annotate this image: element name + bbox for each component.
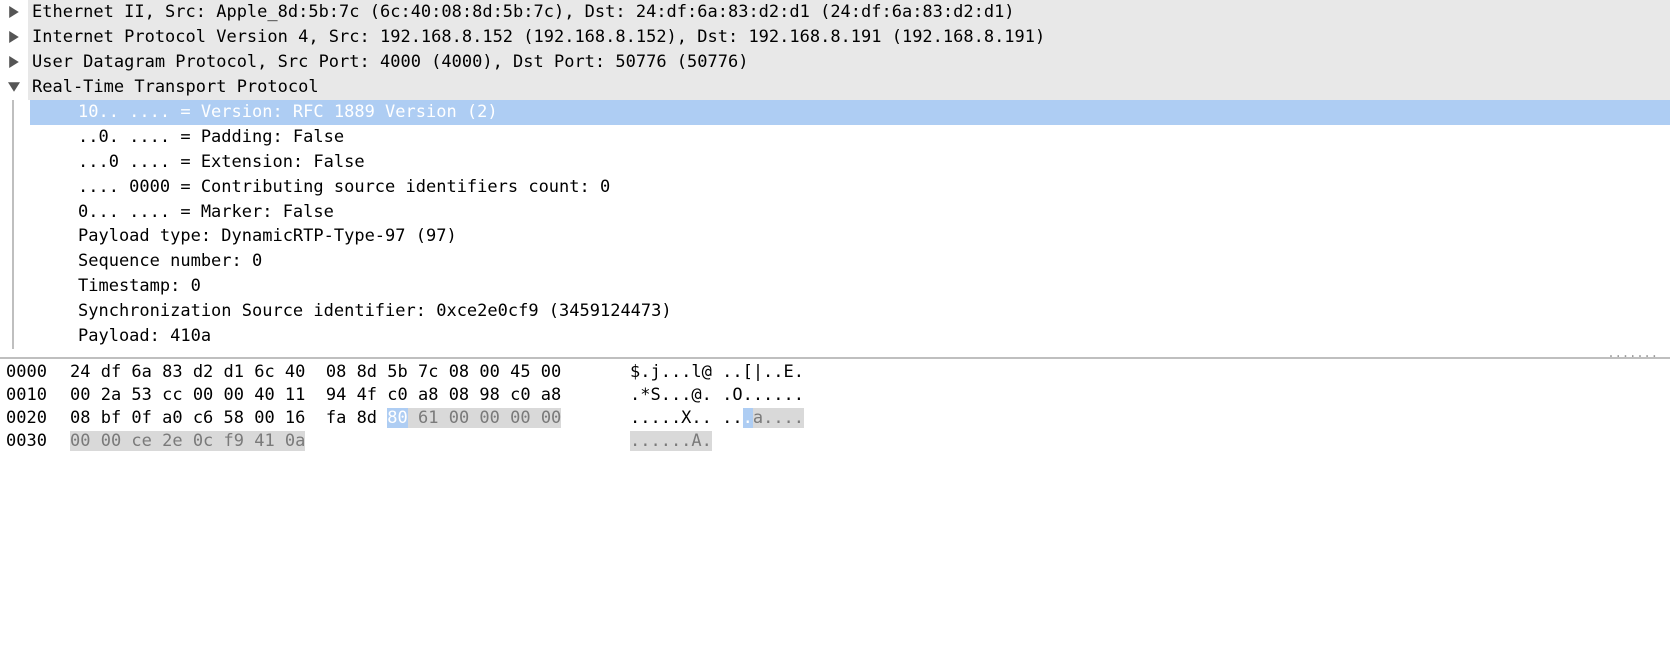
tree-guide	[12, 299, 30, 324]
tree-row-rtp-ssrc[interactable]: Synchronization Source identifier: 0xce2…	[0, 299, 1670, 324]
tree-row-rtp[interactable]: Real-Time Transport Protocol	[0, 75, 1670, 100]
hex-offset: 0010	[6, 384, 70, 407]
hex-row[interactable]: 0020 08 bf 0f a0 c6 58 00 16 fa 8d 80 61…	[0, 407, 1670, 430]
hex-offset: 0000	[6, 361, 70, 384]
tree-label: Internet Protocol Version 4, Src: 192.16…	[28, 25, 1670, 50]
hex-dump-pane[interactable]: 0000 24 df 6a 83 d2 d1 6c 40 08 8d 5b 7c…	[0, 359, 1670, 453]
tree-row-ethernet[interactable]: Ethernet II, Src: Apple_8d:5b:7c (6c:40:…	[0, 0, 1670, 25]
tree-label: User Datagram Protocol, Src Port: 4000 (…	[28, 50, 1670, 75]
tree-label: Payload type: DynamicRTP-Type-97 (97)	[30, 224, 1670, 249]
hex-bytes: 24 df 6a 83 d2 d1 6c 40 08 8d 5b 7c 08 0…	[70, 361, 630, 384]
tree-row-rtp-payload[interactable]: Payload: 410a	[0, 324, 1670, 349]
tree-guide	[12, 274, 30, 299]
tree-label: Timestamp: 0	[30, 274, 1670, 299]
hex-ascii: .....X.. ...a....	[630, 407, 1664, 430]
tree-row-rtp-version[interactable]: 10.. .... = Version: RFC 1889 Version (2…	[0, 100, 1670, 125]
tree-row-rtp-ptype[interactable]: Payload type: DynamicRTP-Type-97 (97)	[0, 224, 1670, 249]
tree-guide	[12, 324, 30, 349]
tree-guide	[12, 224, 30, 249]
tree-label: 10.. .... = Version: RFC 1889 Version (2…	[30, 100, 1670, 125]
pane-resize-handle[interactable]: .......	[0, 349, 1670, 357]
tree-guide	[12, 100, 30, 125]
tree-guide	[12, 175, 30, 200]
tree-label: Payload: 410a	[30, 324, 1670, 349]
tree-label: ...0 .... = Extension: False	[30, 150, 1670, 175]
tree-label: .... 0000 = Contributing source identifi…	[30, 175, 1670, 200]
hex-row[interactable]: 0000 24 df 6a 83 d2 d1 6c 40 08 8d 5b 7c…	[0, 361, 1670, 384]
tree-label: 0... .... = Marker: False	[30, 200, 1670, 225]
tree-label: ..0. .... = Padding: False	[30, 125, 1670, 150]
hex-offset: 0020	[6, 407, 70, 430]
tree-label: Synchronization Source identifier: 0xce2…	[30, 299, 1670, 324]
hex-highlight: 80	[387, 408, 407, 428]
disclosure-right-icon[interactable]	[0, 0, 28, 25]
hex-bytes: 00 2a 53 cc 00 00 40 11 94 4f c0 a8 08 9…	[70, 384, 630, 407]
tree-label: Ethernet II, Src: Apple_8d:5b:7c (6c:40:…	[28, 0, 1670, 25]
hex-offset: 0030	[6, 430, 70, 453]
tree-row-rtp-csrc[interactable]: .... 0000 = Contributing source identifi…	[0, 175, 1670, 200]
tree-guide	[12, 200, 30, 225]
tree-guide	[12, 249, 30, 274]
hex-highlight: .	[743, 408, 753, 428]
hex-ascii: .*S...@. .O......	[630, 384, 1664, 407]
tree-label: Sequence number: 0	[30, 249, 1670, 274]
tree-guide	[12, 125, 30, 150]
disclosure-down-icon[interactable]	[0, 75, 28, 100]
hex-bytes: 08 bf 0f a0 c6 58 00 16 fa 8d 80 61 00 0…	[70, 407, 630, 430]
hex-row[interactable]: 0030 00 00 ce 2e 0c f9 41 0a ......A.	[0, 430, 1670, 453]
tree-guide	[12, 150, 30, 175]
tree-row-rtp-padding[interactable]: ..0. .... = Padding: False	[0, 125, 1670, 150]
hex-ascii: ......A.	[630, 430, 1664, 453]
hex-row[interactable]: 0010 00 2a 53 cc 00 00 40 11 94 4f c0 a8…	[0, 384, 1670, 407]
tree-row-rtp-seq[interactable]: Sequence number: 0	[0, 249, 1670, 274]
tree-row-ip[interactable]: Internet Protocol Version 4, Src: 192.16…	[0, 25, 1670, 50]
hex-ascii: $.j...l@ ..[|..E.	[630, 361, 1664, 384]
tree-row-udp[interactable]: User Datagram Protocol, Src Port: 4000 (…	[0, 50, 1670, 75]
tree-row-rtp-ts[interactable]: Timestamp: 0	[0, 274, 1670, 299]
disclosure-right-icon[interactable]	[0, 50, 28, 75]
tree-row-rtp-extension[interactable]: ...0 .... = Extension: False	[0, 150, 1670, 175]
hex-bytes: 00 00 ce 2e 0c f9 41 0a	[70, 430, 630, 453]
disclosure-right-icon[interactable]	[0, 25, 28, 50]
tree-row-rtp-marker[interactable]: 0... .... = Marker: False	[0, 200, 1670, 225]
packet-details-pane[interactable]: Ethernet II, Src: Apple_8d:5b:7c (6c:40:…	[0, 0, 1670, 359]
tree-label: Real-Time Transport Protocol	[28, 75, 1670, 100]
